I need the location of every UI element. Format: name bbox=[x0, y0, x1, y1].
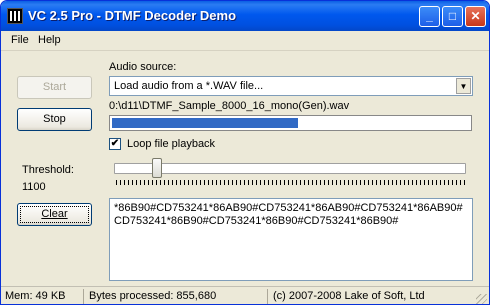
dtmf-output-text[interactable]: *86B90#CD753241*86AB90#CD753241*86AB90#C… bbox=[109, 198, 473, 281]
status-bar: Mem: 49 KB Bytes processed: 855,680 (c) … bbox=[1, 286, 489, 304]
resize-grip-icon[interactable] bbox=[476, 294, 487, 304]
status-bytes: Bytes processed: 855,680 bbox=[89, 290, 217, 302]
piano-keys-icon[interactable] bbox=[7, 8, 23, 24]
threshold-slider-thumb[interactable] bbox=[152, 158, 162, 178]
playback-progress bbox=[109, 115, 472, 131]
minimize-button[interactable]: _ bbox=[419, 6, 440, 27]
audio-source-value: Load audio from a *.WAV file... bbox=[114, 80, 264, 92]
audio-source-select[interactable]: Load audio from a *.WAV file... ▼ bbox=[109, 76, 473, 96]
checkmark-icon: ✔ bbox=[110, 138, 120, 149]
loop-checkbox[interactable]: ✔ bbox=[109, 138, 121, 150]
audio-file-path: 0:\d11\DTMF_Sample_8000_16_mono(Gen).wav bbox=[109, 100, 350, 112]
close-button[interactable]: ✕ bbox=[465, 6, 486, 27]
clear-button-label: Clear bbox=[41, 208, 68, 220]
app-window: VC 2.5 Pro - DTMF Decoder Demo _ □ ✕ Fil… bbox=[0, 0, 490, 305]
threshold-value: 1100 bbox=[22, 181, 46, 193]
menu-file[interactable]: File bbox=[11, 34, 29, 46]
audio-source-label: Audio source: bbox=[109, 61, 177, 73]
title-bar[interactable]: VC 2.5 Pro - DTMF Decoder Demo _ □ ✕ bbox=[1, 1, 489, 31]
dropdown-arrow-icon[interactable]: ▼ bbox=[456, 78, 471, 94]
clear-button[interactable]: Clear bbox=[17, 203, 92, 226]
status-memory: Mem: 49 KB bbox=[5, 290, 66, 302]
menu-bar: File Help bbox=[1, 31, 489, 51]
stop-button[interactable]: Stop bbox=[17, 108, 92, 131]
loop-label[interactable]: Loop file playback bbox=[127, 138, 215, 150]
threshold-slider-ticks bbox=[116, 180, 466, 185]
threshold-label: Threshold: bbox=[22, 164, 74, 176]
playback-progress-fill bbox=[112, 118, 298, 128]
menu-help[interactable]: Help bbox=[38, 34, 61, 46]
window-title: VC 2.5 Pro - DTMF Decoder Demo bbox=[28, 8, 237, 23]
threshold-slider-track[interactable] bbox=[114, 163, 466, 174]
status-copyright: (c) 2007-2008 Lake of Soft, Ltd bbox=[273, 290, 425, 302]
maximize-button[interactable]: □ bbox=[442, 6, 463, 27]
start-button[interactable]: Start bbox=[17, 76, 92, 99]
